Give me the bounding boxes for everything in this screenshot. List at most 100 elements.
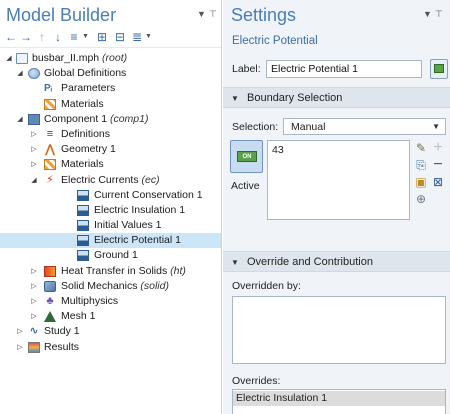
globe-icon xyxy=(28,68,40,80)
definitions-icon: ≡ xyxy=(46,127,54,140)
tree-node-definitions[interactable]: ▷ ≡ Definitions xyxy=(0,127,221,142)
heat-transfer-icon xyxy=(44,265,56,277)
expand-toggle-icon[interactable]: ▷ xyxy=(30,279,38,294)
tree-node-component-1[interactable]: ◢ Component 1 (comp1) xyxy=(0,112,221,127)
materials-icon xyxy=(44,98,56,110)
back-arrow-icon[interactable]: ← xyxy=(4,30,18,44)
expand-toggle-icon[interactable]: ▷ xyxy=(30,157,38,172)
tree-node-label: Materials xyxy=(61,97,104,110)
tree-node-tag: (solid) xyxy=(140,279,169,292)
label-caption: Label: xyxy=(232,63,261,75)
add-icon[interactable]: + xyxy=(431,140,445,156)
geometry-icon: ⋀ xyxy=(44,142,56,157)
chevron-down-icon: ▼ xyxy=(432,122,440,131)
collapse-toggle-icon[interactable]: ◢ xyxy=(30,173,38,188)
model-builder-panel: Model Builder ▼ ⊤ ← → ↑ ↓ ≡ ▼ ⊞ ⊟ ≣ ▼ ◢ … xyxy=(0,0,222,414)
collapse-toggle-icon[interactable]: ◢ xyxy=(5,51,13,66)
mesh-icon xyxy=(44,311,56,323)
override-section-header[interactable]: ▼ Override and Contribution xyxy=(223,251,450,272)
move-icon[interactable]: ⊠ xyxy=(431,175,445,189)
more-menu-caret-icon[interactable]: ▼ xyxy=(145,33,152,40)
model-builder-toolbar: ← → ↑ ↓ ≡ ▼ ⊞ ⊟ ≣ ▼ xyxy=(0,28,221,48)
domain-feature-icon xyxy=(77,189,89,201)
expand-toggle-icon[interactable]: ▷ xyxy=(30,142,38,157)
remove-icon[interactable]: − xyxy=(431,157,445,173)
collapse-all-icon[interactable]: ⊟ xyxy=(113,30,127,44)
collapse-toggle-icon[interactable]: ◢ xyxy=(16,112,24,127)
feature-type-title: Electric Potential xyxy=(232,35,318,47)
tree-node-label: Study 1 xyxy=(44,325,80,338)
tree-node-electric-potential-1[interactable]: Electric Potential 1 xyxy=(0,233,221,249)
tree-node-multiphysics[interactable]: ▷ ♣ Multiphysics xyxy=(0,294,221,309)
pin-icon[interactable]: ⊤ xyxy=(209,9,217,20)
expand-toggle-icon[interactable]: ▷ xyxy=(30,309,38,324)
collapse-toggle-icon[interactable]: ◢ xyxy=(16,66,24,81)
tree-node-initial-values-1[interactable]: Initial Values 1 xyxy=(0,218,221,233)
tree-node-global-materials[interactable]: Materials xyxy=(0,97,221,112)
results-icon xyxy=(28,341,40,353)
tree-node-mesh-1[interactable]: ▷ Mesh 1 xyxy=(0,309,221,324)
reset-label-button[interactable] xyxy=(430,59,448,79)
screen-icon xyxy=(434,64,444,73)
tree-node-geometry-1[interactable]: ▷ ⋀ Geometry 1 xyxy=(0,142,221,157)
down-arrow-icon[interactable]: ↓ xyxy=(51,30,65,44)
electric-currents-icon: ⚡ xyxy=(46,173,54,186)
view-menu-icon[interactable]: ▼ xyxy=(197,9,206,19)
selection-list[interactable]: 43 xyxy=(267,140,410,220)
section-title: Override and Contribution xyxy=(247,256,373,268)
tree-node-label: Electric Currents xyxy=(61,173,139,186)
show-menu-icon[interactable]: ≡ xyxy=(67,30,81,44)
expand-all-icon[interactable]: ⊞ xyxy=(95,30,109,44)
component-icon xyxy=(28,113,40,125)
view-menu-icon[interactable]: ▼ xyxy=(423,9,432,19)
tree-node-tag: (ht) xyxy=(170,264,186,277)
copy-icon[interactable]: ⎘ xyxy=(414,158,428,172)
expand-toggle-icon[interactable]: ▷ xyxy=(16,340,24,355)
selection-row: Selection: Manual ▼ xyxy=(232,118,446,136)
tree-node-electric-currents[interactable]: ◢ ⚡ Electric Currents (ec) xyxy=(0,173,221,188)
section-title: Boundary Selection xyxy=(247,92,343,104)
overrides-list[interactable]: Electric Insulation 1 xyxy=(232,389,446,414)
tree-node-label: Component 1 xyxy=(44,112,108,125)
tree-node-tag: (ec) xyxy=(141,173,160,186)
selection-dropdown[interactable]: Manual ▼ xyxy=(283,118,446,135)
forward-arrow-icon[interactable]: → xyxy=(19,30,33,44)
expand-toggle-icon[interactable]: ▷ xyxy=(30,127,38,142)
active-toggle-button[interactable]: ON xyxy=(230,140,263,173)
tree-node-label: Geometry 1 xyxy=(61,143,116,156)
paste-icon[interactable]: ✎ xyxy=(414,141,428,155)
active-label: Active xyxy=(231,180,260,192)
tree-node-parameters[interactable]: Pᵢ Parameters xyxy=(0,81,221,96)
tree-node-global-definitions[interactable]: ◢ Global Definitions xyxy=(0,66,221,81)
boundary-feature-icon xyxy=(77,250,89,262)
tree-node-label: Global Definitions xyxy=(44,67,127,80)
tree-node-current-conservation-1[interactable]: Current Conservation 1 xyxy=(0,188,221,203)
tree-node-ground-1[interactable]: Ground 1 xyxy=(0,248,221,263)
pin-icon[interactable]: ⊤ xyxy=(435,9,443,20)
list-item[interactable]: Electric Insulation 1 xyxy=(233,391,445,406)
expand-toggle-icon[interactable]: ▷ xyxy=(16,324,24,339)
tree-node-root[interactable]: ◢ busbar_II.mph (root) xyxy=(0,51,221,66)
settings-panel: Settings ▼ ⊤ Electric Potential Label: ▼… xyxy=(223,0,450,414)
tree-node-results[interactable]: ▷ Results xyxy=(0,340,221,355)
clear-icon[interactable]: ▣ xyxy=(414,175,428,189)
tree-node-study-1[interactable]: ▷ ∿ Study 1 xyxy=(0,324,221,339)
label-input[interactable] xyxy=(266,60,422,78)
overridden-by-list[interactable] xyxy=(232,296,446,364)
tree-node-electric-insulation-1[interactable]: Electric Insulation 1 xyxy=(0,203,221,218)
tree-node-solid-mechanics[interactable]: ▷ Solid Mechanics (solid) xyxy=(0,279,221,294)
tree-node-label: busbar_II.mph xyxy=(32,52,100,64)
list-item[interactable]: 43 xyxy=(272,144,284,156)
boundary-selection-section-header[interactable]: ▼ Boundary Selection xyxy=(223,87,450,108)
zoom-icon[interactable]: ⊕ xyxy=(414,192,428,206)
more-menu-icon[interactable]: ≣ xyxy=(130,30,144,44)
tree-node-tag: (root) xyxy=(102,52,128,64)
tree-node-label: Results xyxy=(44,340,80,353)
tree-node-label: Ground 1 xyxy=(94,249,138,262)
show-menu-caret-icon[interactable]: ▼ xyxy=(82,33,89,40)
up-arrow-icon[interactable]: ↑ xyxy=(35,30,49,44)
expand-toggle-icon[interactable]: ▷ xyxy=(30,264,38,279)
tree-node-heat-transfer[interactable]: ▷ Heat Transfer in Solids (ht) xyxy=(0,264,221,279)
tree-node-materials[interactable]: ▷ Materials xyxy=(0,157,221,172)
expand-toggle-icon[interactable]: ▷ xyxy=(30,294,38,309)
